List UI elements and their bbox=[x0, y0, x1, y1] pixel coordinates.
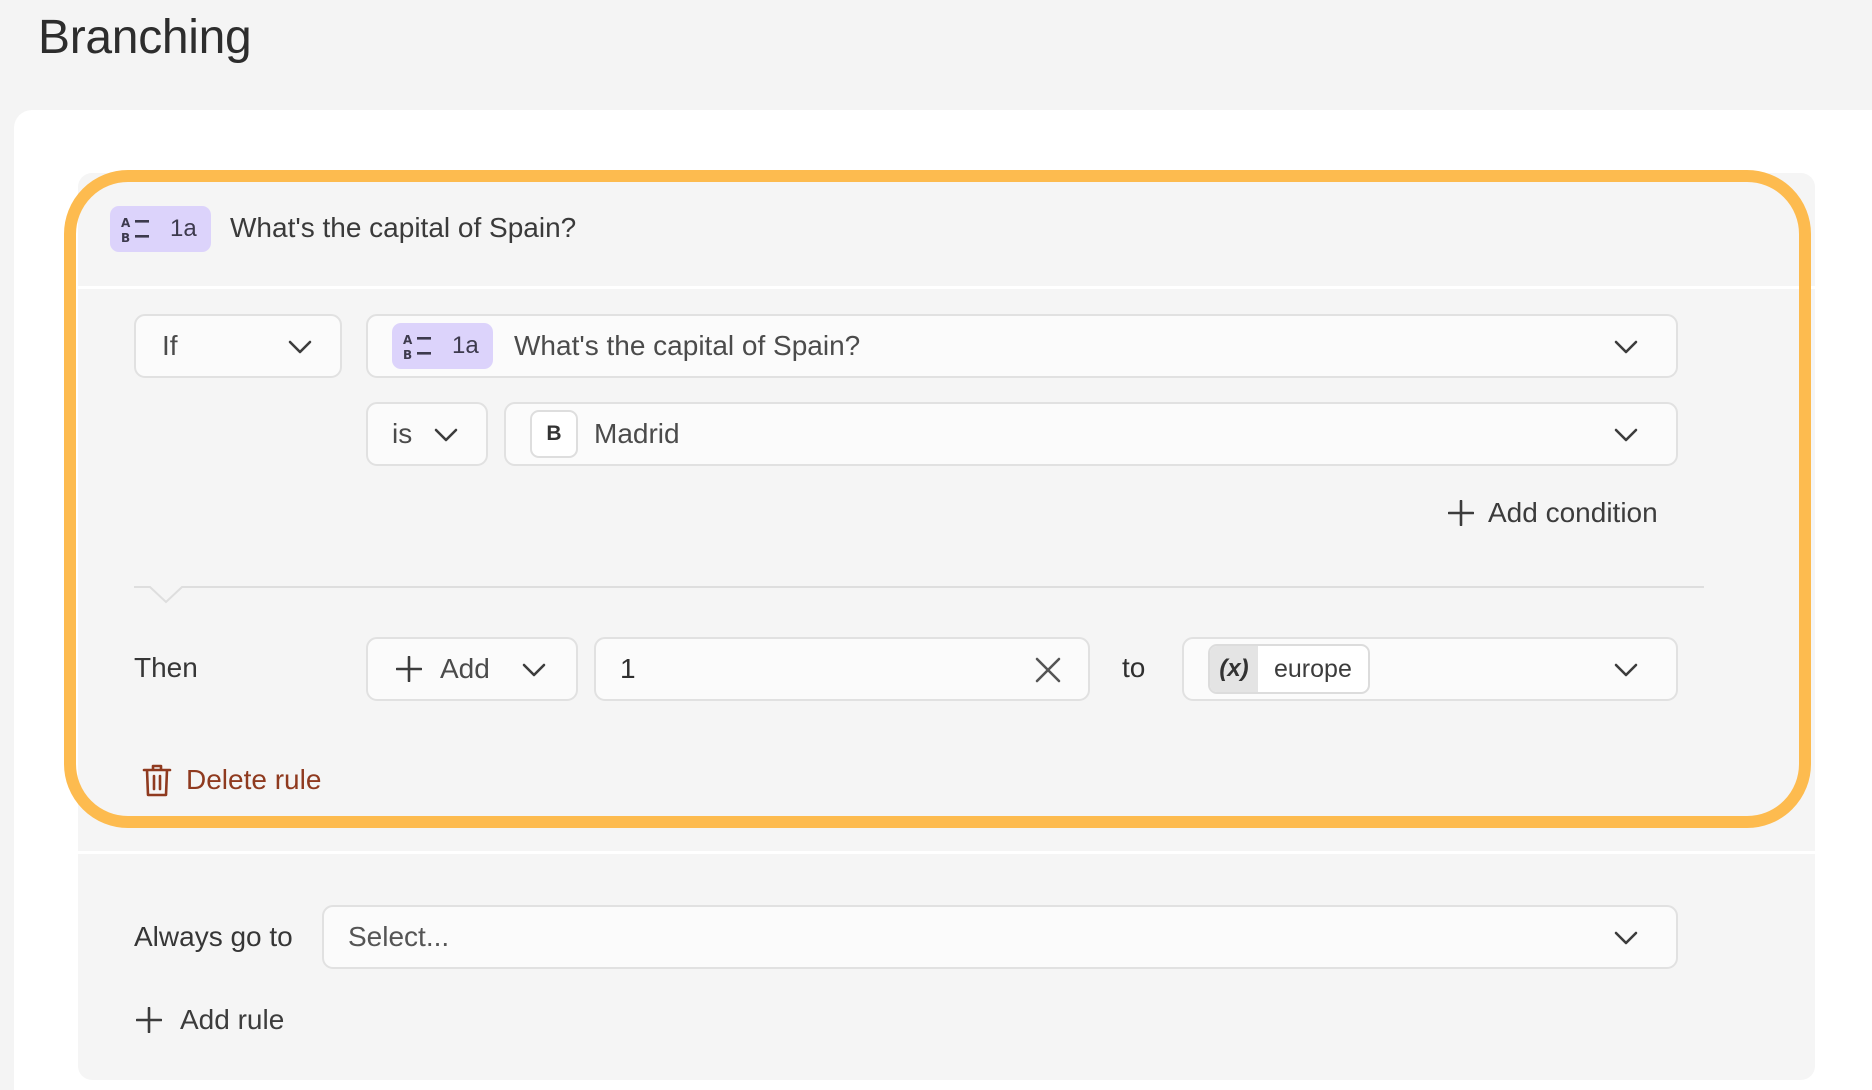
if-dropdown[interactable]: If bbox=[134, 314, 342, 378]
svg-text:B: B bbox=[403, 348, 412, 361]
variable-name: europe bbox=[1274, 654, 1352, 683]
always-go-to-select[interactable]: Select... bbox=[322, 905, 1678, 969]
condition-question-text: What's the capital of Spain? bbox=[514, 330, 861, 361]
section-divider bbox=[78, 851, 1815, 854]
plus-icon bbox=[1448, 500, 1474, 526]
chevron-down-icon bbox=[1614, 428, 1638, 442]
action-dropdown[interactable]: Add bbox=[366, 637, 578, 701]
always-go-to-placeholder: Select... bbox=[348, 921, 450, 952]
value-text: 1 bbox=[620, 653, 636, 684]
value-input[interactable]: 1 bbox=[594, 637, 1090, 701]
comparator-label: is bbox=[392, 418, 413, 449]
comparator-dropdown[interactable]: is bbox=[366, 402, 488, 466]
question-badge: A B 1a bbox=[392, 323, 493, 369]
chevron-down-icon bbox=[288, 340, 312, 354]
ab-choice-icon: A B bbox=[121, 216, 149, 244]
svg-text:B: B bbox=[121, 231, 130, 244]
chevron-down-icon bbox=[522, 663, 546, 677]
ab-choice-icon: A B bbox=[403, 333, 431, 361]
then-label: Then bbox=[134, 652, 198, 683]
delete-rule-label: Delete rule bbox=[186, 764, 322, 795]
chevron-down-icon bbox=[434, 428, 458, 442]
variable-chip: (x) europe bbox=[1208, 644, 1370, 694]
action-label: Add bbox=[440, 653, 490, 684]
add-rule-label: Add rule bbox=[180, 1004, 285, 1035]
question-number: 1a bbox=[170, 215, 197, 242]
chevron-down-icon bbox=[1614, 931, 1638, 945]
header-divider bbox=[78, 286, 1815, 289]
clear-x-icon[interactable] bbox=[1034, 656, 1062, 684]
variable-icon: (x) bbox=[1210, 646, 1258, 692]
add-condition-button[interactable]: Add condition bbox=[1448, 497, 1658, 529]
svg-text:A: A bbox=[121, 216, 131, 230]
delete-rule-button[interactable]: Delete rule bbox=[142, 763, 321, 797]
if-label: If bbox=[162, 330, 178, 361]
variable-select[interactable]: (x) europe bbox=[1182, 637, 1678, 701]
chevron-down-icon bbox=[1614, 663, 1638, 677]
svg-text:A: A bbox=[403, 333, 413, 347]
to-label: to bbox=[1122, 652, 1146, 683]
question-number: 1a bbox=[452, 332, 479, 359]
plus-icon bbox=[136, 1007, 162, 1033]
always-go-to-label: Always go to bbox=[134, 921, 293, 952]
question-title: What's the capital of Spain? bbox=[230, 212, 577, 243]
answer-select[interactable]: B Madrid bbox=[504, 402, 1678, 466]
trash-icon bbox=[142, 764, 172, 797]
plus-icon bbox=[396, 656, 422, 682]
answer-text: Madrid bbox=[594, 418, 680, 449]
then-divider bbox=[134, 586, 1704, 604]
chevron-down-icon bbox=[1614, 340, 1638, 354]
condition-question-select[interactable]: A B 1a What's the capital of Spain? bbox=[366, 314, 1678, 378]
add-condition-label: Add condition bbox=[1488, 497, 1658, 528]
answer-key-badge: B bbox=[530, 410, 578, 458]
add-rule-button[interactable]: Add rule bbox=[136, 1004, 284, 1036]
page-title: Branching bbox=[38, 11, 252, 64]
question-badge: A B 1a bbox=[110, 206, 211, 252]
